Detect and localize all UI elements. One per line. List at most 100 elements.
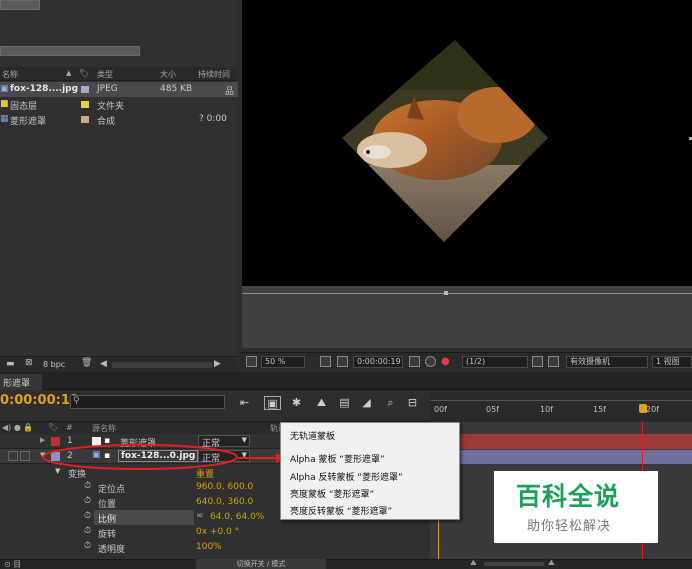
graph-editor-icon[interactable]: ⊟ — [404, 396, 421, 410]
label-color-swatch[interactable] — [81, 116, 89, 123]
composition-mini-flowchart-icon[interactable]: ⇤ — [236, 396, 253, 410]
stopwatch-icon[interactable]: ⏱ — [84, 526, 91, 536]
property-value[interactable]: 64.0, 64.0% — [210, 512, 264, 522]
project-item[interactable]: ▦ 菱形遮罩 合成 ? 0:00 — [0, 112, 238, 127]
col-type[interactable]: 类型 — [97, 69, 113, 80]
label-tag-icon[interactable]: 🏷 — [48, 423, 58, 432]
stopwatch-icon[interactable]: ⏱ — [84, 541, 91, 551]
zoom-slider[interactable] — [484, 562, 544, 566]
auto-keyframe-icon[interactable]: ⌕ — [382, 396, 399, 410]
always-preview-icon[interactable] — [246, 356, 257, 367]
draft-3d-icon[interactable]: ▣ — [264, 396, 281, 410]
layer-label-color[interactable] — [51, 452, 60, 461]
motion-blur-icon[interactable]: ▤ — [336, 396, 353, 410]
video-toggle[interactable] — [8, 451, 18, 461]
time-ruler[interactable]: 00f 05f 10f 15f 20f — [430, 392, 692, 422]
transparency-grid-icon[interactable] — [548, 356, 559, 367]
property-row[interactable]: ⏱ 旋转 0x +0.0 ° — [0, 525, 430, 540]
av-features-icon[interactable]: ◀) ● 🔒 — [2, 423, 33, 432]
snapshot-icon[interactable] — [409, 356, 420, 367]
property-value[interactable]: 640.0, 360.0 — [196, 497, 253, 507]
scroll-right-icon[interactable]: ▶ — [214, 359, 221, 369]
tab-label: 形遮罩 — [3, 379, 31, 389]
project-search-input[interactable] — [0, 46, 140, 56]
property-name: 比例 — [98, 515, 117, 525]
expand-arrow-icon[interactable]: ▶ — [40, 436, 45, 444]
camera-select[interactable]: 有效摄像机 — [566, 356, 648, 368]
region-of-interest-icon[interactable] — [532, 356, 543, 367]
lock-toggle[interactable] — [20, 451, 30, 461]
col-size[interactable]: 大小 — [160, 69, 176, 80]
comp-icon[interactable]: ⊙ 目 — [4, 559, 21, 569]
brainstorm-icon[interactable]: ◢ — [358, 396, 375, 410]
constrain-proportions-icon[interactable]: ∞ — [196, 511, 204, 521]
composition-canvas[interactable] — [242, 0, 692, 286]
scroll-left-icon[interactable]: ◀ — [100, 359, 107, 369]
fox-diamond-image — [342, 40, 548, 242]
new-composition-icon[interactable]: ⊠ — [25, 358, 33, 368]
sort-arrow-icon[interactable]: ▲ — [66, 69, 71, 77]
stopwatch-icon[interactable]: ⏱ — [84, 481, 91, 491]
timeline-search-input[interactable]: ⚲ — [70, 395, 225, 409]
layer-bar[interactable] — [438, 434, 692, 449]
label-tag-icon[interactable]: 🏷 — [79, 69, 89, 78]
composition-viewer: 50 % 0:00:00:19 ● (1/2) 有效摄像机 1 视图 — [240, 0, 692, 372]
col-source-name[interactable]: 源名称 — [92, 423, 116, 434]
track-matte-menu: 无轨道蒙板 Alpha 蒙板 “菱形遮罩” Alpha 反转蒙板 “菱形遮罩” … — [280, 422, 460, 520]
property-name: 定位点 — [98, 485, 126, 495]
folder-icon[interactable]: ▬ — [6, 359, 15, 369]
playhead-handle[interactable] — [639, 404, 647, 413]
project-item-duration: ? 0:00 — [199, 114, 227, 124]
zoom-in-icon[interactable]: ⛰ — [548, 558, 555, 568]
label-color-swatch[interactable] — [81, 101, 89, 108]
project-item[interactable]: ▣ fox-128....jpg JPEG 485 KB 品 — [0, 82, 238, 97]
expand-arrow-icon[interactable]: ▼ — [55, 467, 60, 475]
property-value[interactable]: 960.0, 600.0 — [196, 482, 253, 492]
work-area-bar[interactable] — [430, 400, 692, 401]
property-value[interactable]: 0x +0.0 ° — [196, 527, 239, 537]
menu-item-no-track-matte[interactable]: 无轨道蒙板 — [290, 429, 335, 443]
show-snapshot-icon[interactable] — [425, 356, 436, 367]
color-channel-icon[interactable]: ● — [441, 356, 450, 367]
project-item-type: 文件夹 — [97, 102, 125, 112]
blend-mode-value: 正常 — [202, 454, 221, 464]
current-time-display[interactable]: 0:00:00:19 — [0, 393, 79, 408]
toggle-switches-modes-button[interactable]: 切换开关 / 模式 — [196, 559, 326, 569]
stopwatch-icon[interactable]: ⏱ — [84, 496, 91, 506]
label-color-swatch[interactable] — [81, 86, 89, 93]
viewer-timecode[interactable]: 0:00:00:19 — [353, 356, 403, 368]
property-value[interactable]: 100% — [196, 542, 222, 552]
frame-blending-icon[interactable]: ⛰ — [313, 396, 330, 410]
col-name[interactable]: 名称 — [2, 69, 18, 80]
property-row[interactable]: ⏱ 透明度 100% — [0, 540, 430, 555]
menu-item-alpha-inverted-matte[interactable]: Alpha 反转蒙板 “菱形遮罩” — [290, 470, 403, 484]
trash-icon[interactable]: 🗑 — [81, 358, 92, 368]
bpc-toggle[interactable]: 8 bpc — [43, 360, 65, 369]
project-item[interactable]: ■ 固态层 文件夹 — [0, 97, 238, 112]
magnification-select[interactable]: 50 % — [261, 356, 305, 368]
safe-zones-icon[interactable] — [320, 356, 331, 367]
toggle-mask-icon[interactable] — [337, 356, 348, 367]
menu-item-luma-inverted-matte[interactable]: 亮度反转蒙板 “菱形遮罩” — [290, 504, 392, 518]
viewer-footer: 50 % 0:00:00:19 ● (1/2) 有效摄像机 1 视图 — [240, 352, 692, 370]
watermark-subtitle: 助你轻松解决 — [527, 519, 612, 534]
col-duration[interactable]: 持续时间 — [198, 69, 230, 80]
layer-bar[interactable] — [438, 450, 692, 464]
horizontal-scrollbar[interactable] — [112, 362, 212, 368]
tab-composition[interactable]: 形遮罩 × — [0, 374, 42, 398]
shy-layers-icon[interactable]: ✱ — [288, 396, 305, 410]
view-layout-select[interactable]: 1 视图 — [652, 356, 692, 368]
zoom-out-icon[interactable]: ⛰ — [470, 558, 477, 568]
expand-arrow-icon[interactable]: ▼ — [40, 451, 45, 459]
resolution-select[interactable]: (1/2) — [462, 356, 528, 368]
reset-link[interactable]: 重置 — [196, 467, 214, 480]
layer-label-color[interactable] — [51, 437, 60, 446]
stopwatch-icon[interactable]: ⏱ — [84, 511, 91, 521]
blend-mode-select[interactable]: 正常 ▼ — [198, 435, 250, 449]
blend-mode-select[interactable]: 正常 ▼ — [198, 450, 250, 464]
project-item-type: 合成 — [97, 117, 116, 127]
menu-item-alpha-matte[interactable]: Alpha 蒙板 “菱形遮罩” — [290, 452, 385, 466]
layer-name: fox-128...0.jpg — [118, 450, 199, 462]
menu-item-luma-matte[interactable]: 亮度蒙板 “菱形遮罩” — [290, 487, 374, 501]
layer-handle[interactable] — [444, 291, 448, 295]
